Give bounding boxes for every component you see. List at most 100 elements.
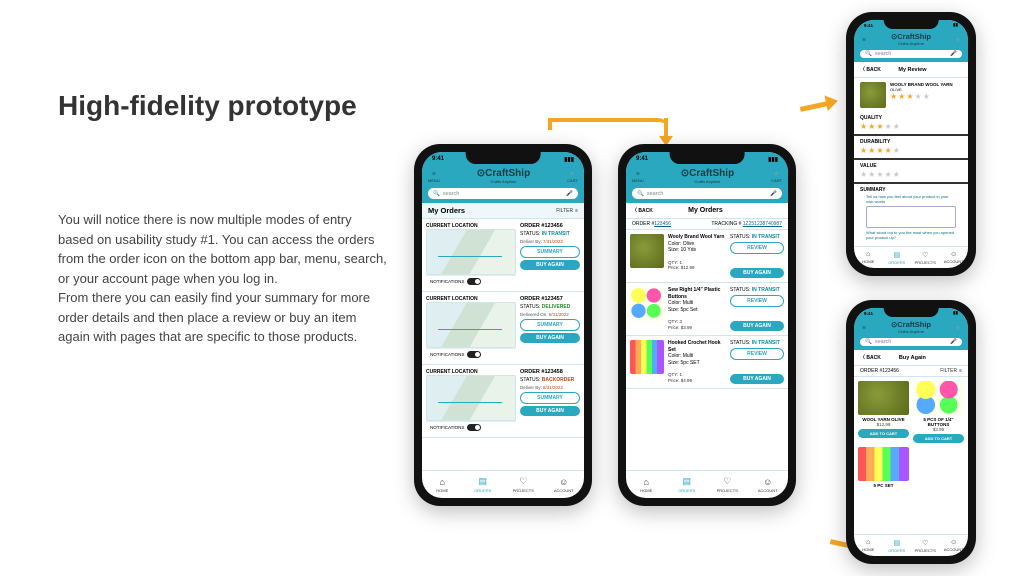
summary-button[interactable]: SUMMARY — [520, 392, 580, 404]
buy-again-button[interactable]: BUY AGAIN — [730, 374, 784, 384]
tracking-map[interactable] — [426, 229, 516, 275]
back-button[interactable]: 〈 BACK — [860, 354, 881, 361]
notifications-toggle[interactable] — [467, 278, 481, 285]
order-info-row: ORDER #123456FILTER ≡ — [854, 366, 968, 377]
search-input[interactable]: 🔍search🎤 — [428, 188, 578, 199]
summary-hint2: What stood out to you the most when you … — [860, 230, 962, 240]
notifications-toggle-row: NOTIFICATIONS — [426, 421, 516, 433]
notifications-toggle[interactable] — [467, 351, 481, 358]
nav-orders[interactable]: ▤ORDERS — [883, 247, 912, 268]
cart-icon: 🛒 — [954, 324, 962, 330]
item-thumb — [630, 234, 664, 268]
cart-button[interactable]: 🛒CART — [771, 169, 782, 183]
back-button[interactable]: 〈 BACK — [860, 66, 881, 73]
cart-button[interactable]: 🛒CART — [567, 169, 578, 183]
product-card[interactable]: 5 PCS OF 1/4" BUTTONS $3.99 ADD TO CART — [913, 381, 964, 443]
review-button[interactable]: REVIEW — [730, 295, 784, 307]
cart-button[interactable]: 🛒 — [954, 36, 962, 42]
item-thumb — [630, 287, 664, 321]
buy-again-button[interactable]: BUY AGAIN — [730, 268, 784, 278]
nav-home[interactable]: ⌂HOME — [854, 247, 883, 268]
filter-button[interactable]: FILTER ≡ — [940, 368, 962, 374]
nav-account[interactable]: ☺ACCOUNT — [748, 471, 789, 498]
heart-icon: ♡ — [723, 476, 731, 487]
rating-stars[interactable]: ★★★★★ — [860, 122, 962, 131]
add-to-cart-button[interactable]: ADD TO CART — [858, 429, 909, 438]
tracking-map[interactable] — [426, 375, 516, 421]
rating-stars[interactable]: ★★★★★ — [860, 146, 962, 155]
menu-button[interactable]: ☰MENU — [632, 169, 644, 183]
cart-icon: 🛒 — [954, 36, 962, 42]
status-line: STATUS: IN TRANSIT — [730, 340, 784, 346]
buy-again-button[interactable]: BUY AGAIN — [520, 333, 580, 343]
home-icon: ⌂ — [644, 477, 649, 487]
flow-arrow-2 — [800, 96, 836, 116]
item-thumb — [630, 340, 664, 374]
review-button[interactable]: REVIEW — [730, 242, 784, 254]
brand-tagline: Crafts Anytime — [477, 179, 530, 184]
cart-button[interactable]: 🛒 — [954, 324, 962, 330]
phone-buy-again: 9:41▮▮ ☰ ⊙CraftShipCrafts Anytime 🛒 🔍sea… — [846, 300, 976, 564]
add-to-cart-button[interactable]: ADD TO CART — [913, 434, 964, 443]
summary-label: SUMMARY — [860, 187, 962, 193]
search-icon: 🔍 — [637, 191, 644, 197]
buy-again-button[interactable]: BUY AGAIN — [520, 406, 580, 416]
buy-again-button[interactable]: BUY AGAIN — [520, 260, 580, 270]
mic-icon[interactable]: 🎤 — [950, 339, 957, 345]
nav-home[interactable]: ⌂HOME — [854, 535, 883, 556]
summary-button[interactable]: SUMMARY — [520, 319, 580, 331]
nav-home[interactable]: ⌂HOME — [626, 471, 667, 498]
order-card: CURRENT LOCATION NOTIFICATIONS ORDER #12… — [422, 292, 584, 365]
rating-label: QUALITY — [860, 115, 962, 121]
menu-button[interactable]: ☰ — [860, 324, 868, 330]
nav-orders[interactable]: ▤ORDERS — [667, 471, 708, 498]
account-icon: ☺ — [763, 477, 772, 487]
filter-button[interactable]: FILTER ≡ — [556, 208, 578, 214]
nav-projects[interactable]: ♡PROJECTS — [707, 471, 748, 498]
account-icon: ☺ — [950, 251, 957, 258]
brand-logo: ⊙CraftShip — [891, 32, 931, 41]
orders-icon: ▤ — [682, 476, 691, 487]
mic-icon[interactable]: 🎤 — [950, 51, 957, 57]
summary-button[interactable]: SUMMARY — [520, 246, 580, 258]
nav-orders[interactable]: ▤ORDERS — [883, 535, 912, 556]
order-link[interactable]: 123456 — [654, 221, 671, 227]
rating-stars[interactable]: ★★★★★ — [860, 170, 962, 179]
tracking-link[interactable]: 1Z251238740987 — [743, 221, 782, 227]
nav-account[interactable]: ☺ACCOUNT — [940, 535, 969, 556]
home-icon: ⌂ — [866, 539, 870, 546]
product-thumb — [913, 381, 964, 415]
tracking-map[interactable] — [426, 302, 516, 348]
nav-projects[interactable]: ♡PROJECTS — [911, 247, 940, 268]
status-line: STATUS: IN TRANSIT — [730, 287, 784, 293]
search-input[interactable]: 🔍search🎤 — [860, 50, 962, 58]
search-input[interactable]: 🔍search🎤 — [632, 188, 782, 199]
brand-logo: ⊙CraftShip — [681, 168, 734, 179]
nav-projects[interactable]: ♡PROJECTS — [503, 471, 544, 498]
orders-icon: ▤ — [893, 539, 900, 547]
search-input[interactable]: 🔍search🎤 — [860, 338, 962, 346]
menu-button[interactable]: ☰ — [860, 36, 868, 42]
product-card[interactable]: WOOL YARN OLIVE $12.99 ADD TO CART — [858, 381, 909, 443]
product-name: 5 PCS OF 1/4" BUTTONS — [913, 417, 964, 427]
overall-stars[interactable]: ★★★★★ — [890, 92, 962, 101]
nav-account[interactable]: ☺ACCOUNT — [544, 471, 585, 498]
notifications-toggle[interactable] — [467, 424, 481, 431]
mic-icon[interactable]: 🎤 — [770, 191, 777, 197]
review-button[interactable]: REVIEW — [730, 348, 784, 360]
buy-again-button[interactable]: BUY AGAIN — [730, 321, 784, 331]
nav-orders[interactable]: ▤ORDERS — [463, 471, 504, 498]
nav-projects[interactable]: ♡PROJECTS — [911, 535, 940, 556]
menu-button[interactable]: ☰MENU — [428, 169, 440, 183]
notifications-toggle-row: NOTIFICATIONS — [426, 275, 516, 287]
nav-account[interactable]: ☺ACCOUNT — [940, 247, 969, 268]
bottom-nav: ⌂HOME ▤ORDERS ♡PROJECTS ☺ACCOUNT — [854, 534, 968, 556]
summary-textarea[interactable] — [866, 206, 956, 228]
rating-label: VALUE — [860, 163, 962, 169]
date-line: Deliver By: 8/31/2022 — [520, 385, 580, 390]
nav-home[interactable]: ⌂HOME — [422, 471, 463, 498]
product-card[interactable]: 5 PC SET — [858, 447, 909, 488]
back-button[interactable]: 〈 BACK — [632, 207, 653, 214]
mic-icon[interactable]: 🎤 — [566, 191, 573, 197]
order-item-row: Hooked Crochet Hook Set Color: Multi Siz… — [626, 336, 788, 389]
